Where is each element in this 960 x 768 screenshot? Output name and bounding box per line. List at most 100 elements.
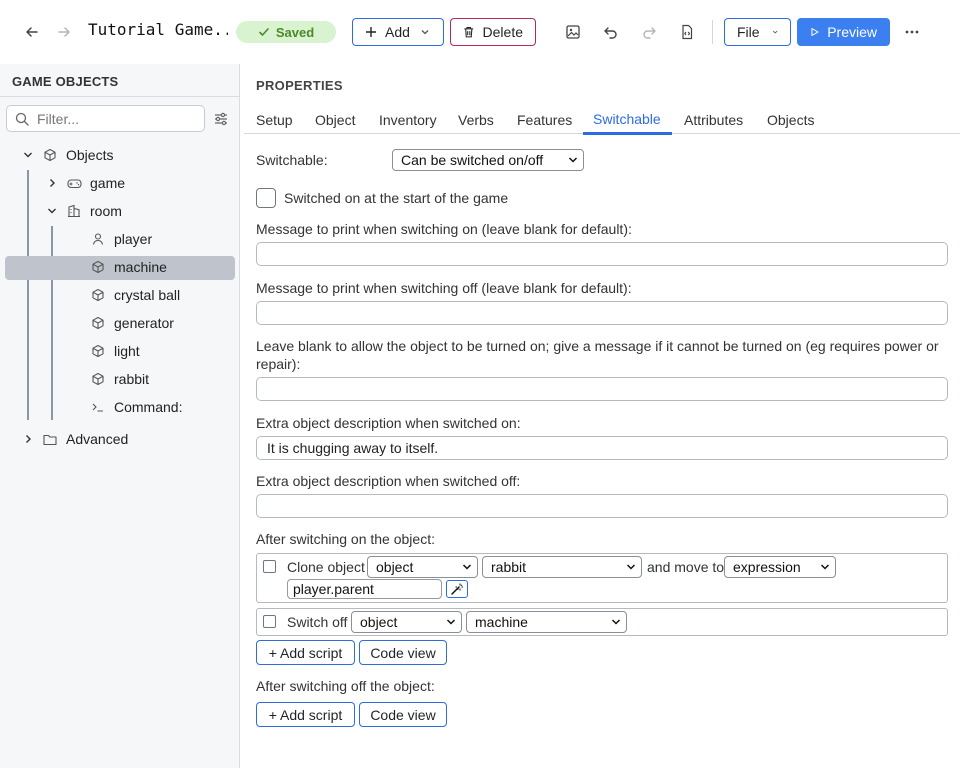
tab-bar: Setup Object Inventory Verbs Features Sw… [244,104,960,135]
plus-icon [366,27,376,37]
gamepad-icon [66,175,82,191]
tree-item-label: player [114,231,153,247]
cannot-on-input[interactable] [256,377,948,401]
add-script-button-on[interactable]: + Add script [256,640,355,665]
tree-item-advanced[interactable]: Advanced [20,427,128,451]
tree-guide-line [27,170,29,420]
back-arrow-icon[interactable] [18,18,46,46]
redo-icon[interactable] [635,18,663,46]
forward-arrow-icon[interactable] [50,18,78,46]
tab-setup[interactable]: Setup [256,112,293,128]
script-clone-action: Clone object [287,559,365,575]
msg-off-input[interactable] [256,301,948,325]
delete-button[interactable]: Delete [450,18,536,46]
add-button-label: Add [385,24,410,40]
switch-off-type-value: object [360,614,398,630]
cube-icon [90,371,106,387]
toolbar-divider [712,20,713,44]
expression-input[interactable]: player.parent [287,579,442,599]
more-options-icon[interactable] [898,18,926,46]
tree-item-room[interactable]: room [44,199,122,223]
cannot-on-label-line1: Leave blank to allow the object to be tu… [256,338,939,354]
tree-item-label: Command: [114,399,183,415]
code-file-icon[interactable] [673,18,701,46]
file-menu-button[interactable]: File [724,18,791,46]
tab-attributes[interactable]: Attributes [684,112,743,128]
magic-wand-button[interactable] [446,580,468,598]
clone-target-select[interactable]: rabbit [482,556,642,578]
tab-inventory[interactable]: Inventory [379,112,437,128]
tree-item-command[interactable]: Command: [90,395,182,419]
tree-item-label: game [90,175,126,191]
msg-on-input[interactable] [256,242,948,266]
tree-item-label: crystal ball [114,287,181,303]
switched-on-start-checkbox[interactable] [256,188,276,208]
switch-off-type-select[interactable]: object [351,611,462,633]
saved-badge: Saved [236,21,336,43]
chevron-down-icon [462,564,472,570]
delete-button-label: Delete [482,24,523,40]
top-toolbar: Tutorial Game... Saved Add Delete File P… [0,0,960,64]
user-icon [90,231,106,247]
tree-item-crystal-ball[interactable]: crystal ball [90,283,180,307]
filter-settings-icon[interactable] [212,110,230,128]
after-off-label: After switching off the object: [256,678,435,694]
cannot-on-label-line2: repair): [256,356,301,372]
script-switch-off-checkbox[interactable] [263,615,276,628]
chevron-down-icon[interactable] [20,147,36,163]
tree-item-machine[interactable]: machine [90,255,167,279]
desc-on-input[interactable]: It is chugging away to itself. [256,436,948,460]
tree-item-player[interactable]: player [90,227,152,251]
tree-item-label: light [114,343,140,359]
filter-input[interactable] [37,110,197,127]
terminal-icon [90,399,106,415]
script-clone-checkbox[interactable] [263,560,276,573]
expression-value: player.parent [293,581,374,597]
tree-item-label: rabbit [114,371,150,387]
desc-off-input[interactable] [256,494,948,518]
chevron-right-icon[interactable] [44,175,60,191]
tree-item-label: Advanced [66,431,129,447]
code-view-button-on[interactable]: Code view [359,640,447,665]
chevron-down-icon[interactable] [44,203,60,219]
switch-off-target-select[interactable]: machine [466,611,627,633]
tree-item-label: machine [114,259,167,275]
tab-objects[interactable]: Objects [767,112,814,128]
chevron-down-icon [611,619,621,625]
tree-item-game[interactable]: game [44,171,125,195]
tab-verbs[interactable]: Verbs [458,112,494,128]
tree-item-objects[interactable]: Objects [20,143,113,167]
tree-item-label: generator [114,315,174,331]
after-on-label: After switching on the object: [256,531,435,547]
tree-item-light[interactable]: light [90,339,140,363]
switchable-label: Switchable: [256,152,328,168]
tree-item-generator[interactable]: generator [90,311,174,335]
code-view-button-off[interactable]: Code view [359,702,447,727]
switched-on-start-label: Switched on at the start of the game [284,190,509,206]
tab-object[interactable]: Object [315,112,355,128]
cube-icon [90,343,106,359]
tree-item-rabbit[interactable]: rabbit [90,367,149,391]
image-icon[interactable] [559,18,587,46]
chevron-right-icon[interactable] [20,431,36,447]
add-script-button-off[interactable]: + Add script [256,702,355,727]
game-title: Tutorial Game... [88,20,228,39]
preview-button-label: Preview [827,24,877,40]
clone-type-select[interactable]: object [367,556,478,578]
destination-type-select[interactable]: expression [724,556,836,578]
tab-features[interactable]: Features [517,112,572,128]
preview-button[interactable]: Preview [797,18,890,46]
properties-title: PROPERTIES [256,78,343,93]
move-to-label: and move to [647,559,725,575]
tab-switchable[interactable]: Switchable [593,111,661,127]
tree-item-label: Objects [66,147,114,163]
add-button[interactable]: Add [352,18,444,46]
switch-off-target-value: machine [475,614,528,630]
sidebar-divider [0,96,240,97]
undo-icon[interactable] [597,18,625,46]
filter-box [6,105,205,132]
switchable-select-value: Can be switched on/off [401,152,544,168]
chevron-down-icon [568,157,578,163]
switchable-select[interactable]: Can be switched on/off [392,149,584,171]
cube-icon [90,287,106,303]
